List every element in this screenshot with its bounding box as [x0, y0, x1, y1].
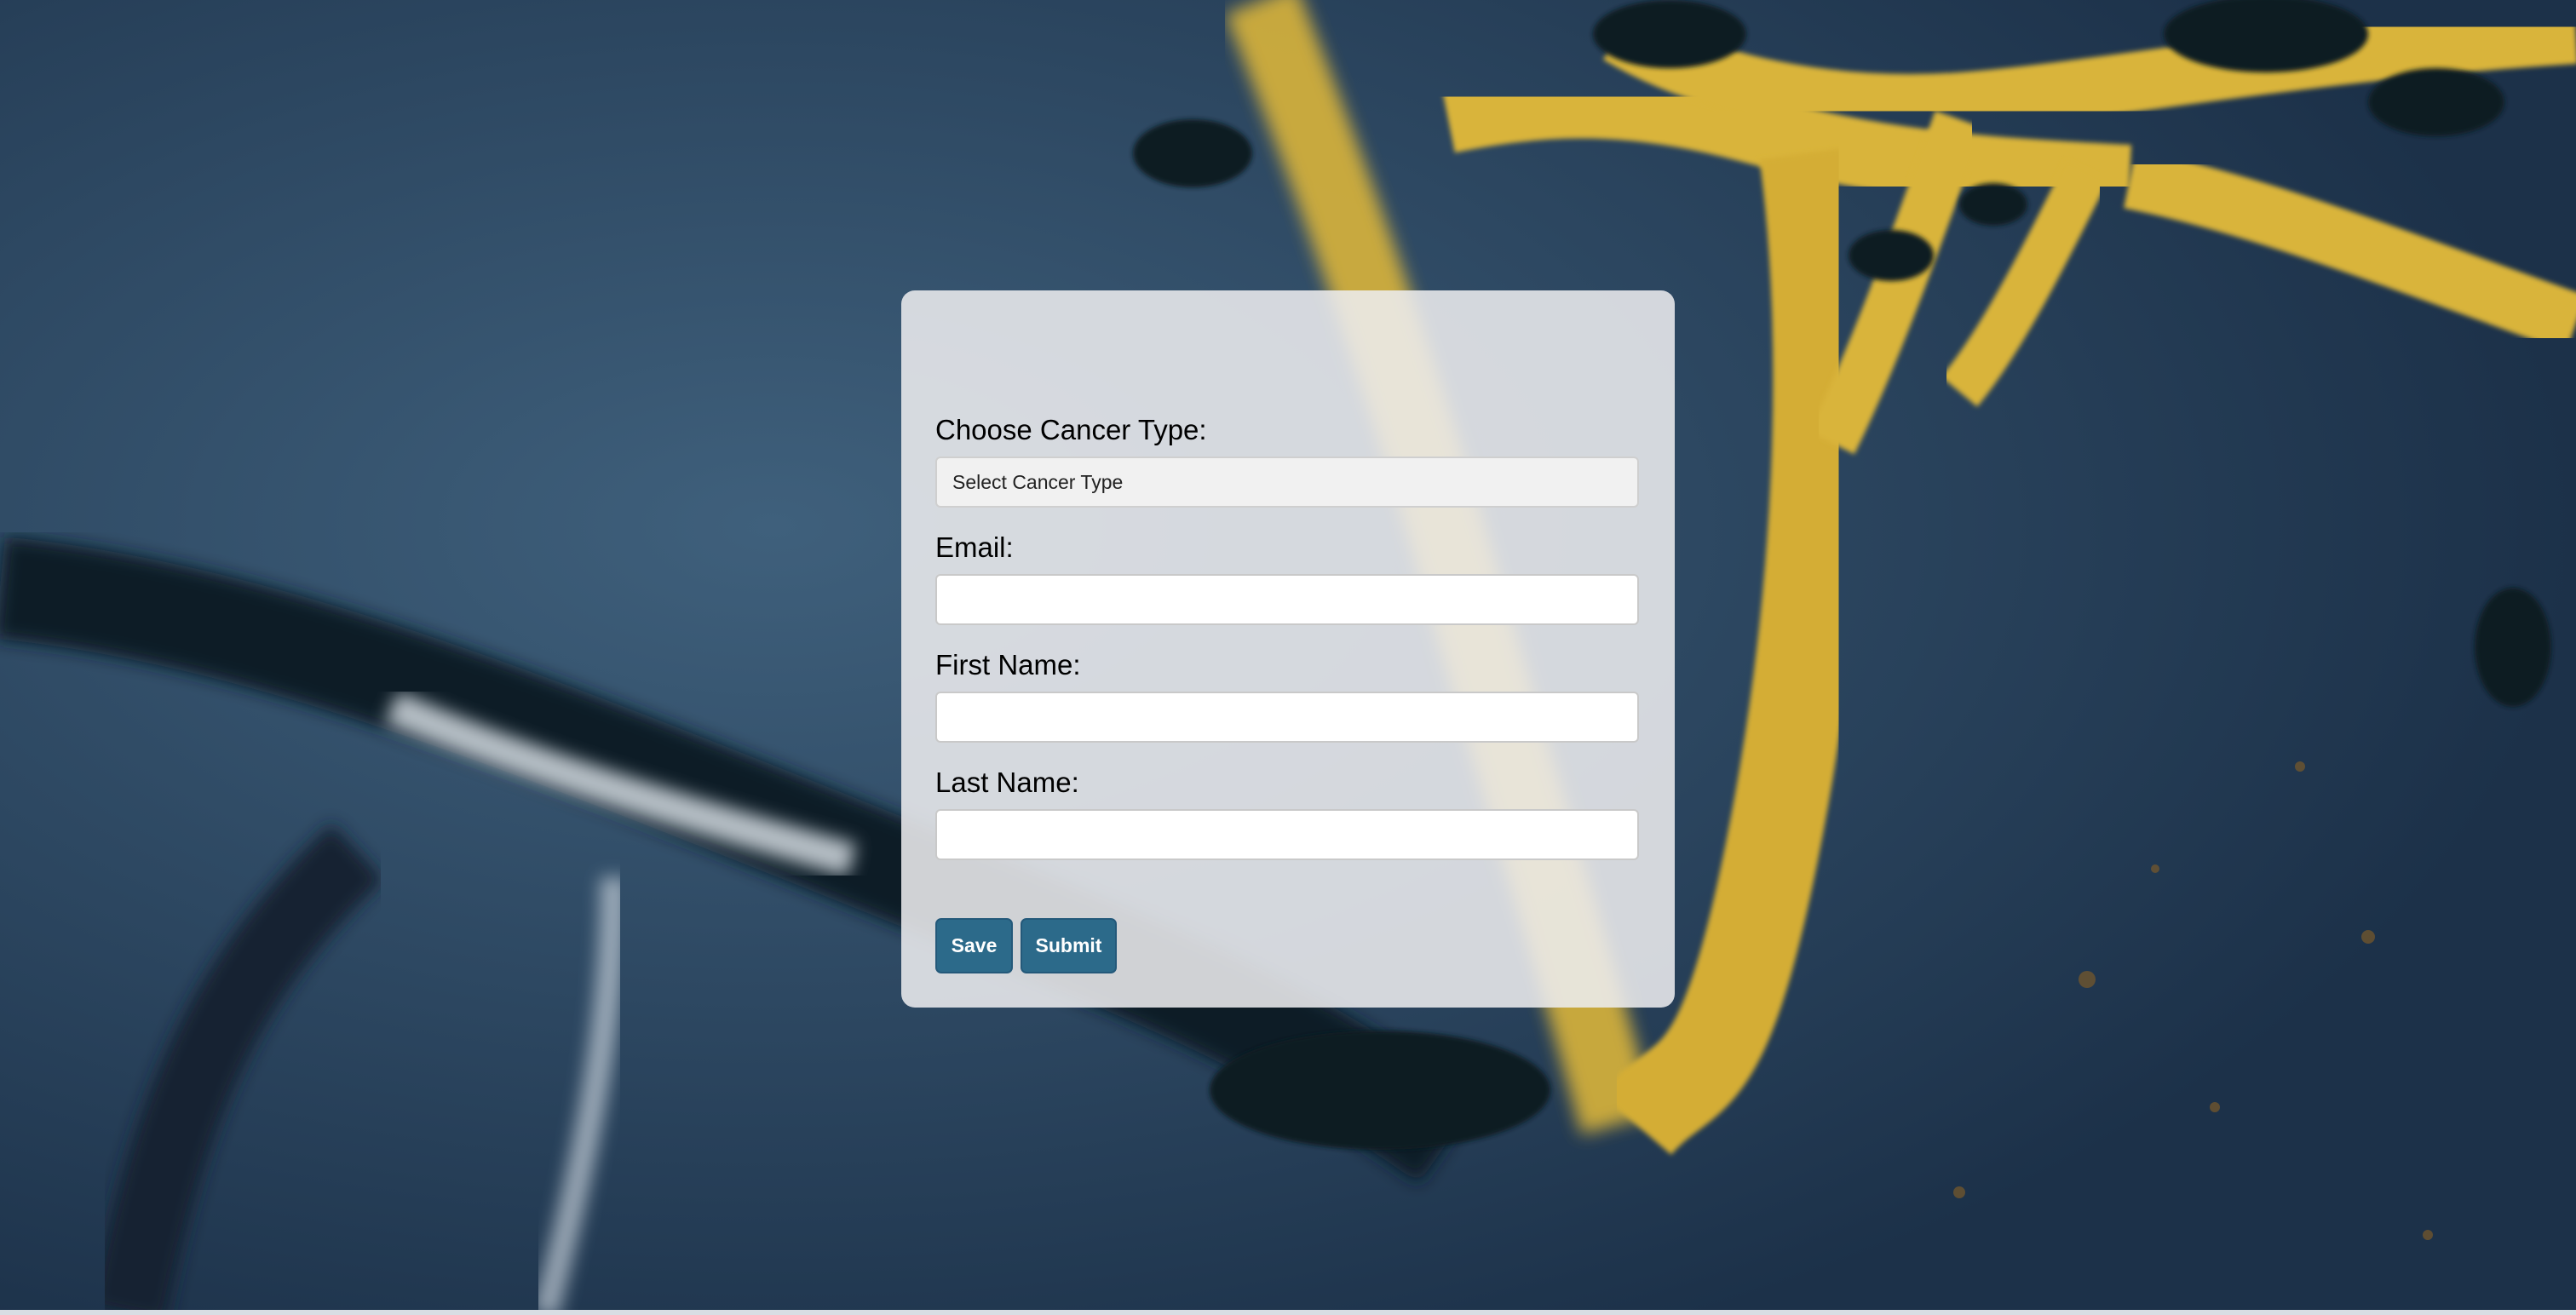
- save-button[interactable]: Save: [935, 918, 1013, 973]
- submit-button[interactable]: Submit: [1021, 918, 1117, 973]
- cancer-type-select[interactable]: Select Cancer Type: [935, 457, 1639, 508]
- last-name-label: Last Name:: [935, 767, 1079, 798]
- last-name-field[interactable]: [935, 809, 1639, 860]
- cancer-type-label: Choose Cancer Type:: [935, 414, 1207, 445]
- first-name-field[interactable]: [935, 692, 1639, 743]
- first-name-label: First Name:: [935, 649, 1081, 680]
- email-field[interactable]: [935, 574, 1639, 625]
- bottom-edge-strip: [0, 1310, 2576, 1315]
- email-label: Email:: [935, 531, 1014, 563]
- cancer-type-selected-value: Select Cancer Type: [952, 470, 1124, 493]
- signup-form-card: Choose Cancer Type: Select Cancer Type E…: [901, 290, 1675, 1008]
